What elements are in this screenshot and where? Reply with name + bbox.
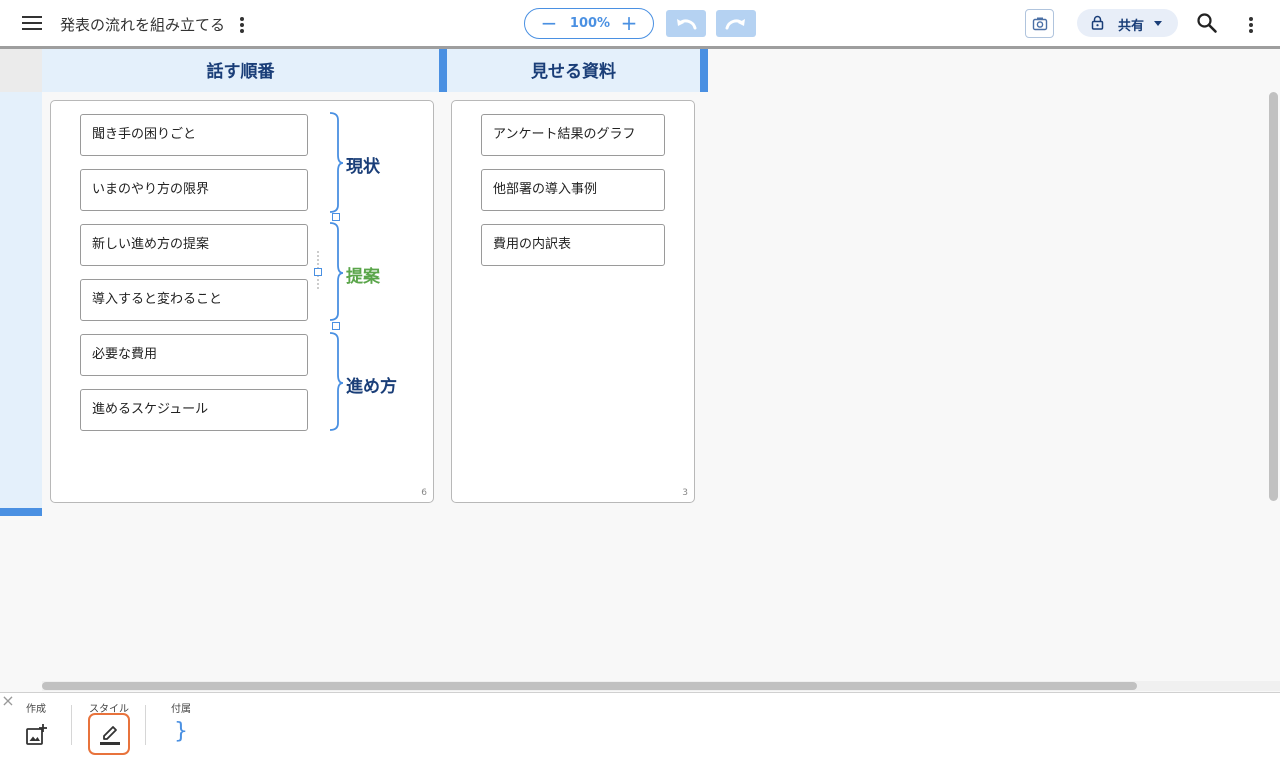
row-resize-handle[interactable] — [0, 508, 42, 516]
title-more-icon[interactable] — [232, 12, 252, 36]
menu-icon[interactable] — [20, 13, 44, 33]
undo-icon — [677, 19, 697, 30]
group-label-plan[interactable]: 進め方 — [346, 372, 397, 397]
material-card[interactable]: アンケート結果のグラフ — [481, 114, 665, 156]
material-card[interactable]: 他部署の導入事例 — [481, 169, 665, 211]
brace-icon — [329, 332, 344, 431]
order-card[interactable]: 導入すると変わること — [80, 279, 308, 321]
toolbar-divider — [145, 705, 146, 745]
order-card[interactable]: 必要な費用 — [80, 334, 308, 376]
zoom-control: − 100% + — [524, 8, 654, 39]
vertical-scrollbar[interactable] — [1269, 92, 1278, 501]
group-label-proposal[interactable]: 提案 — [346, 262, 380, 287]
snapshot-button[interactable] — [1025, 9, 1054, 38]
order-card[interactable]: いまのやり方の限界 — [80, 169, 308, 211]
camera-icon — [1032, 17, 1048, 31]
top-bar: 発表の流れを組み立てる − 100% + 共有 — [0, 0, 1280, 46]
column-header-materials[interactable]: 見せる資料 — [447, 49, 700, 92]
horizontal-scrollbar[interactable] — [42, 682, 1137, 690]
order-card[interactable]: 聞き手の困りごと — [80, 114, 308, 156]
attach-label: 付属 — [171, 704, 191, 715]
more-vert-icon[interactable] — [1241, 12, 1261, 36]
search-button[interactable] — [1196, 12, 1218, 34]
share-button[interactable]: 共有 — [1077, 9, 1178, 37]
group-label-current[interactable]: 現状 — [346, 152, 380, 177]
chevron-down-icon — [1154, 21, 1162, 26]
share-label: 共有 — [1118, 19, 1145, 34]
search-icon — [1197, 13, 1217, 33]
corner-strip — [0, 49, 42, 92]
row-header-strip — [0, 92, 42, 508]
order-card[interactable]: 新しい進め方の提案 — [80, 224, 308, 266]
order-card[interactable]: 進めるスケジュール — [80, 389, 308, 431]
brace-icon — [329, 112, 344, 213]
brace-icon — [329, 222, 344, 321]
lock-icon — [1091, 15, 1104, 30]
undo-button[interactable] — [666, 10, 706, 37]
material-card[interactable]: 費用の内訳表 — [481, 224, 665, 266]
toolbar-divider — [71, 705, 72, 745]
brace-tool-button[interactable]: } — [170, 717, 192, 747]
card-count: 6 — [421, 488, 427, 498]
column-resize-handle[interactable] — [439, 49, 447, 92]
column-resize-handle[interactable] — [700, 49, 708, 92]
add-image-icon — [26, 724, 47, 745]
close-icon[interactable]: × — [0, 693, 16, 709]
brace-resize-handle[interactable] — [314, 268, 322, 276]
materials-panel[interactable]: 3 — [451, 100, 695, 503]
zoom-out-button[interactable]: − — [537, 11, 561, 35]
bottom-toolbar: 作成 スタイル 付属 } × — [0, 692, 1280, 757]
pen-icon — [100, 726, 120, 745]
zoom-level: 100% — [569, 16, 611, 31]
card-count: 3 — [682, 488, 688, 498]
zoom-in-button[interactable]: + — [617, 11, 641, 35]
redo-icon — [725, 19, 745, 30]
style-button[interactable] — [88, 713, 130, 755]
document-title[interactable]: 発表の流れを組み立てる — [60, 14, 225, 35]
create-label: 作成 — [26, 704, 46, 715]
brace-resize-handle[interactable] — [332, 213, 340, 221]
create-button[interactable] — [24, 723, 48, 747]
column-header-order[interactable]: 話す順番 — [42, 49, 439, 92]
brace-resize-handle[interactable] — [332, 322, 340, 330]
redo-button[interactable] — [716, 10, 756, 37]
